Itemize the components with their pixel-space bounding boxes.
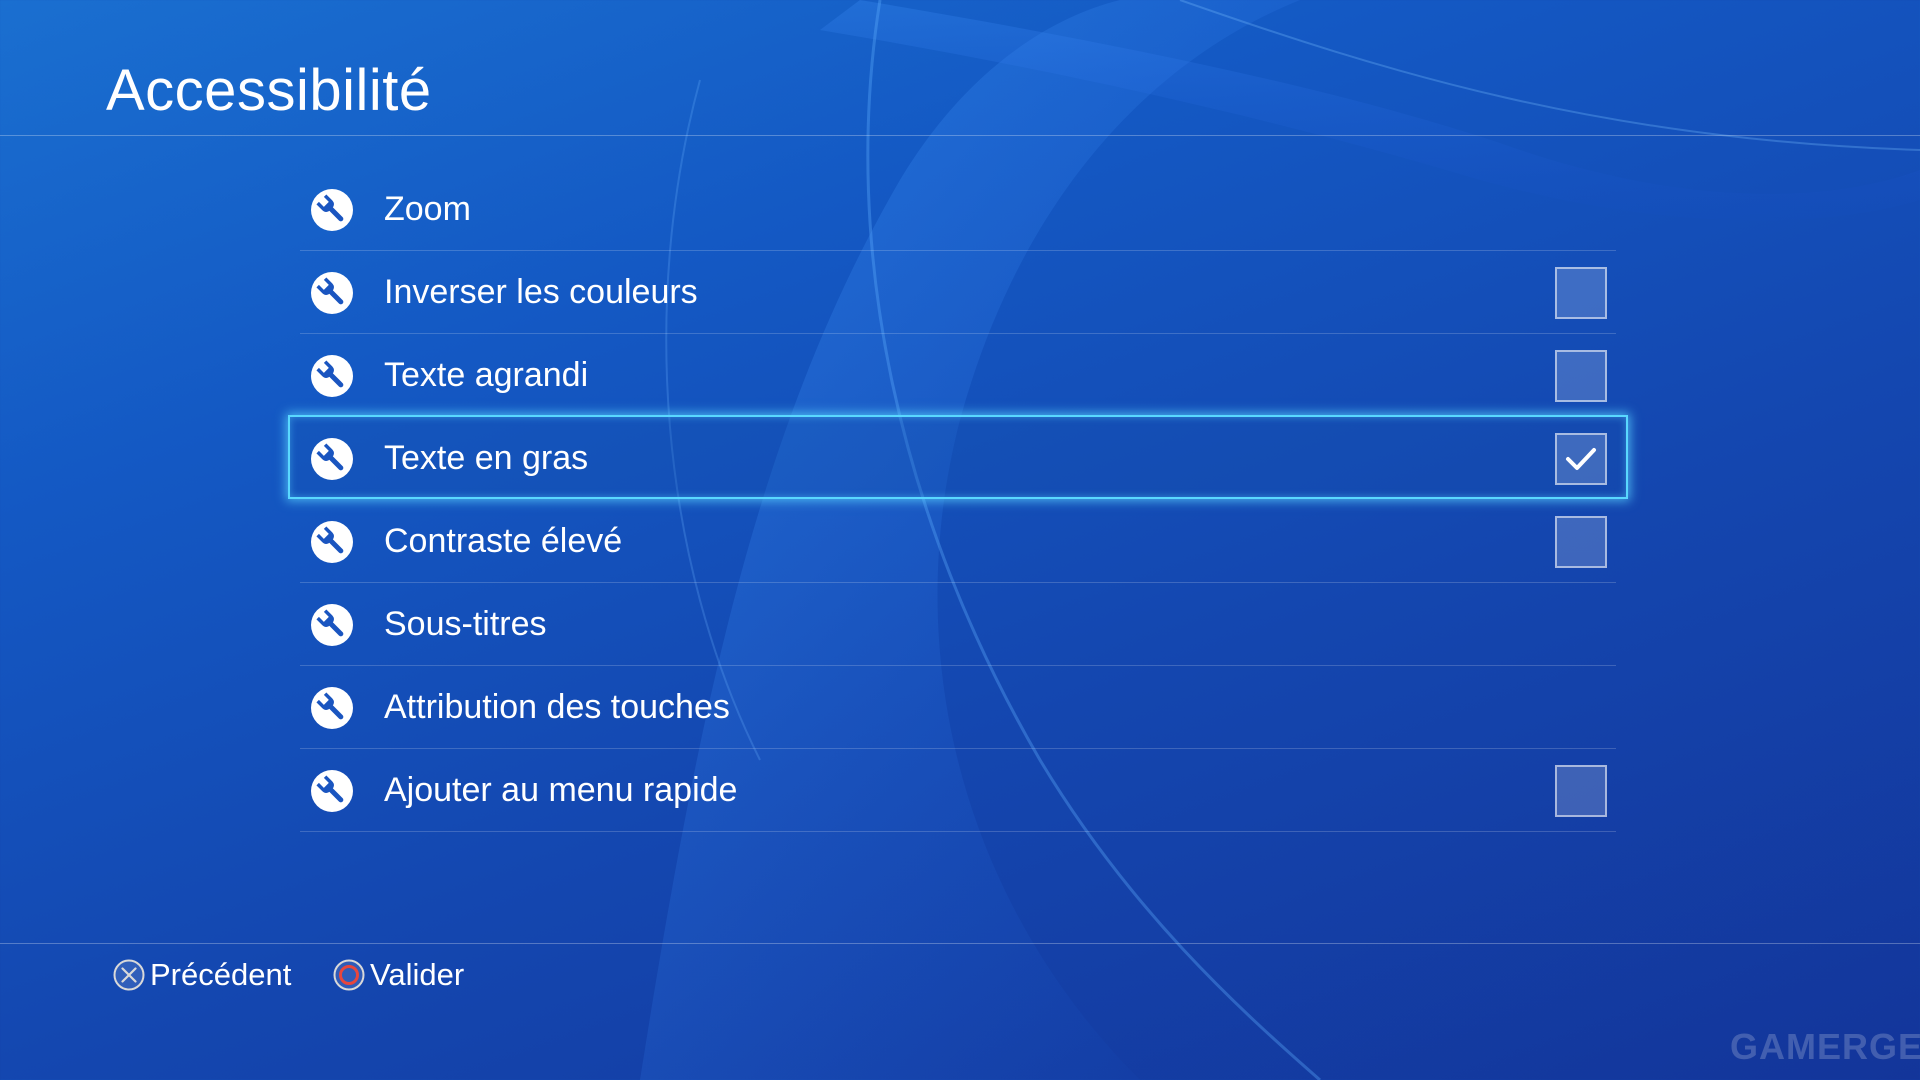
footer-divider — [0, 943, 1920, 944]
confirm-button-label: Valider — [370, 957, 465, 992]
wrench-icon — [311, 521, 353, 563]
menu-item-attribution-des-touches[interactable]: Attribution des touches — [300, 666, 1616, 749]
menu-item-label: Texte agrandi — [384, 356, 589, 394]
checkbox-texte-en-gras[interactable] — [1555, 433, 1607, 485]
menu-item-label: Attribution des touches — [384, 688, 730, 726]
accessibility-menu: Zoom Inverser les couleurs Texte agrandi Te… — [288, 168, 1628, 832]
menu-item-sous-titres[interactable]: Sous-titres — [300, 583, 1616, 666]
checkbox-ajouter-au-menu-rapide[interactable] — [1555, 765, 1607, 817]
circle-button-icon — [333, 959, 365, 991]
wrench-icon — [311, 189, 353, 231]
wrench-icon — [311, 438, 353, 480]
checkbox-texte-agrandi[interactable] — [1555, 350, 1607, 402]
checkbox-contraste-eleve[interactable] — [1555, 516, 1607, 568]
menu-item-texte-agrandi[interactable]: Texte agrandi — [300, 334, 1616, 417]
wrench-icon — [311, 355, 353, 397]
menu-item-contraste-eleve[interactable]: Contraste élevé — [300, 500, 1616, 583]
menu-item-zoom[interactable]: Zoom — [300, 168, 1616, 251]
menu-item-label: Sous-titres — [384, 605, 547, 643]
wrench-icon — [311, 770, 353, 812]
page-title: Accessibilité — [106, 58, 432, 123]
cross-button-icon — [113, 959, 145, 991]
menu-item-label: Zoom — [384, 190, 471, 228]
back-button-label: Précédent — [150, 957, 292, 992]
menu-item-label: Texte en gras — [384, 439, 589, 477]
header-divider — [0, 135, 1920, 136]
wrench-icon — [311, 272, 353, 314]
wrench-icon — [311, 687, 353, 729]
menu-item-ajouter-au-menu-rapide[interactable]: Ajouter au menu rapide — [300, 749, 1616, 832]
menu-item-label: Contraste élevé — [384, 522, 623, 560]
wrench-icon — [311, 604, 353, 646]
checkbox-inverser-les-couleurs[interactable] — [1555, 267, 1607, 319]
watermark-logo: GAMERGEN — [1730, 1026, 1920, 1067]
menu-item-texte-en-gras[interactable]: Texte en gras — [288, 415, 1628, 500]
menu-item-inverser-les-couleurs[interactable]: Inverser les couleurs — [300, 251, 1616, 334]
checkmark-icon — [1566, 448, 1596, 470]
menu-item-label: Inverser les couleurs — [384, 273, 698, 311]
menu-item-label: Ajouter au menu rapide — [384, 771, 738, 809]
